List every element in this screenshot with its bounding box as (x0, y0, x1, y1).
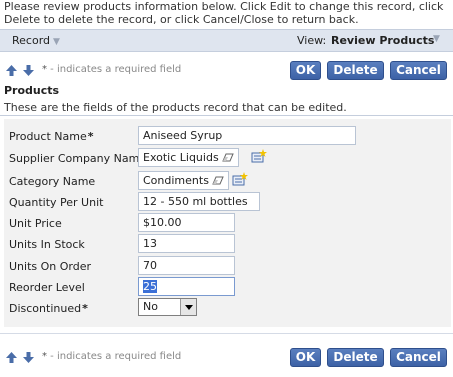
product-name-label: Product Name* (9, 130, 94, 143)
field-row-units-on-order: Units On Order 70 (4, 256, 451, 276)
add-new-record-icon[interactable] (251, 149, 267, 164)
section-title: Products (4, 84, 60, 97)
category-label: Category Name (9, 175, 96, 188)
field-row-discontinued: Discontinued* No (4, 298, 451, 318)
ok-button[interactable]: OK (290, 348, 321, 367)
divider (0, 115, 453, 116)
next-record-arrow-icon[interactable] (22, 351, 35, 364)
units-on-order-input[interactable]: 70 (138, 256, 235, 275)
field-row-quantity: Quantity Per Unit 12 - 550 ml bottles (4, 192, 451, 212)
delete-button[interactable]: Delete (327, 348, 384, 367)
discontinued-select[interactable]: No (138, 298, 197, 316)
view-label: View: (297, 34, 327, 47)
field-row-units-in-stock: Units In Stock 13 (4, 234, 451, 254)
section-description: These are the fields of the products rec… (4, 101, 347, 114)
chevron-down-icon[interactable]: ▼ (433, 34, 440, 44)
reorder-level-input[interactable]: 25 (138, 277, 235, 296)
required-field-note: * - indicates a required field (42, 64, 182, 75)
reorder-level-value: 25 (143, 280, 157, 293)
delete-button[interactable]: Delete (327, 61, 384, 80)
record-menu-label: Record (12, 34, 51, 47)
category-value: Condiments (143, 174, 209, 187)
chevron-down-icon: ▼ (53, 37, 60, 47)
cancel-button[interactable]: Cancel (390, 61, 447, 80)
unit-price-input[interactable]: $10.00 (138, 213, 235, 232)
reorder-level-label: Reorder Level (9, 281, 85, 294)
quantity-label: Quantity Per Unit (9, 196, 104, 209)
category-lookup-field[interactable]: Condiments (138, 171, 229, 190)
units-on-order-label: Units On Order (9, 260, 92, 273)
units-in-stock-input[interactable]: 13 (138, 234, 235, 253)
field-row-unit-price: Unit Price $10.00 (4, 213, 451, 233)
bottom-toolbar: * - indicates a required field OK Delete… (0, 347, 453, 369)
field-row-supplier: Supplier Company Name Exotic Liquids (4, 148, 451, 168)
field-row-product-name: Product Name* Aniseed Syrup (4, 126, 451, 146)
record-menu[interactable]: Record ▼ (12, 34, 60, 47)
ok-button[interactable]: OK (290, 61, 321, 80)
units-in-stock-label: Units In Stock (9, 238, 85, 251)
product-name-input[interactable]: Aniseed Syrup (138, 126, 356, 145)
dropdown-arrow-icon[interactable] (180, 299, 196, 315)
view-selector[interactable]: Review Products (331, 34, 434, 47)
clear-eraser-icon[interactable] (221, 153, 234, 162)
next-record-arrow-icon[interactable] (22, 64, 35, 77)
product-form: Product Name* Aniseed Syrup Supplier Com… (4, 119, 451, 327)
required-field-note: * - indicates a required field (42, 351, 182, 362)
add-new-record-icon[interactable] (232, 172, 248, 187)
unit-price-label: Unit Price (9, 217, 62, 230)
divider (0, 333, 453, 334)
record-view-bar: Record ▼ View: Review Products ▼ (0, 29, 453, 52)
supplier-label: Supplier Company Name (9, 152, 147, 165)
previous-record-arrow-icon[interactable] (5, 351, 18, 364)
cancel-button[interactable]: Cancel (390, 348, 447, 367)
discontinued-label: Discontinued* (9, 302, 88, 315)
top-toolbar: * - indicates a required field OK Delete… (0, 60, 453, 82)
clear-eraser-icon[interactable] (212, 176, 224, 185)
supplier-value: Exotic Liquids (143, 151, 219, 164)
intro-text: Please review products information below… (4, 0, 444, 26)
supplier-lookup-field[interactable]: Exotic Liquids (138, 148, 239, 167)
discontinued-value: No (143, 300, 158, 313)
field-row-category: Category Name Condiments (4, 171, 451, 191)
field-row-reorder-level: Reorder Level 25 (4, 277, 451, 297)
previous-record-arrow-icon[interactable] (5, 64, 18, 77)
quantity-input[interactable]: 12 - 550 ml bottles (138, 192, 260, 211)
